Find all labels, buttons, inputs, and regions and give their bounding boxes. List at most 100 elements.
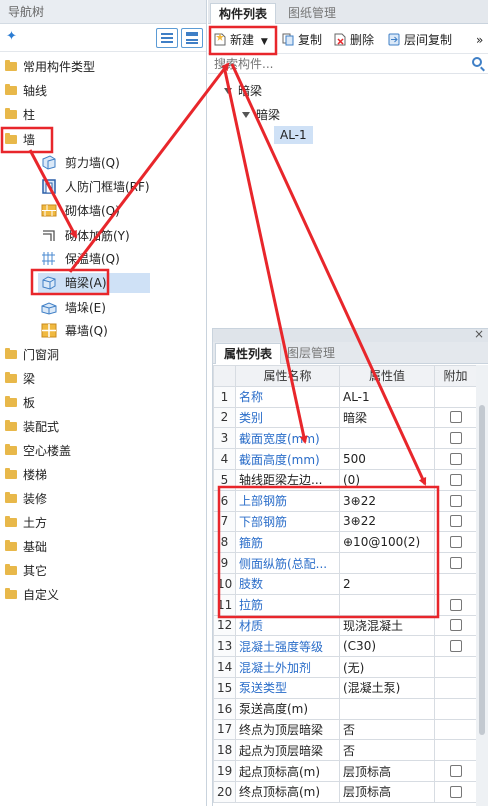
property-value[interactable]: AL-1 xyxy=(339,385,435,408)
copy-button[interactable]: 复制 xyxy=(282,30,322,50)
add-sparkle-icon[interactable]: ✦ xyxy=(6,29,17,44)
more-button[interactable]: » xyxy=(476,30,483,50)
property-value[interactable] xyxy=(339,697,435,720)
close-icon[interactable]: × xyxy=(474,327,484,341)
row-number: 9 xyxy=(213,552,236,574)
floor-copy-button[interactable]: 层间复制 xyxy=(388,30,452,50)
extra-checkbox[interactable] xyxy=(449,765,462,778)
property-value[interactable]: 否 xyxy=(339,718,435,741)
property-name: 肢数 xyxy=(235,572,340,595)
tab-property-list[interactable]: 属性列表 xyxy=(215,343,282,364)
shear-wall-icon xyxy=(42,155,56,170)
row-number: 7 xyxy=(213,510,236,533)
component-tree-root[interactable]: 暗梁 xyxy=(224,82,262,99)
property-row[interactable]: 20 终点顶标高(m) 层顶标高 xyxy=(213,780,477,803)
component-search-input[interactable] xyxy=(208,54,464,73)
property-value[interactable]: 否 xyxy=(339,739,435,762)
tab-layer-management[interactable]: 图层管理 xyxy=(279,343,343,364)
component-tabs: 构件列表 图纸管理 xyxy=(208,0,488,24)
property-value[interactable]: 3⊕22 xyxy=(339,510,435,533)
component-tree-leaf[interactable]: AL-1 xyxy=(274,126,313,144)
row-number: 17 xyxy=(213,718,236,741)
property-value[interactable]: (混凝土泵) xyxy=(339,676,435,699)
panel-grip-bar[interactable]: × xyxy=(213,327,488,342)
nav-title: 导航树 xyxy=(0,0,206,24)
extra-cell xyxy=(434,676,477,699)
extra-checkbox[interactable] xyxy=(449,494,462,507)
property-row[interactable]: 2 类别 暗梁 xyxy=(213,406,477,429)
property-row[interactable]: 6 上部钢筋 3⊕22 xyxy=(213,489,477,512)
row-number: 13 xyxy=(213,635,236,658)
property-row[interactable]: 10 肢数 2 xyxy=(213,572,477,595)
curtain-wall-icon xyxy=(41,323,57,338)
extra-checkbox[interactable] xyxy=(449,515,462,528)
property-scrollbar[interactable] xyxy=(476,365,488,806)
row-number: 14 xyxy=(213,656,236,678)
property-value[interactable]: 500 xyxy=(339,448,435,470)
search-icon[interactable] xyxy=(472,57,482,67)
extra-checkbox[interactable] xyxy=(449,411,462,424)
component-tree-child[interactable]: 暗梁 xyxy=(242,106,280,123)
property-name: 下部钢筋 xyxy=(235,510,340,533)
property-value[interactable]: (0) xyxy=(339,468,435,491)
property-value[interactable]: ⊕10@100(2) xyxy=(339,531,435,554)
property-value[interactable]: 层顶标高 xyxy=(339,780,435,803)
property-row[interactable]: 1 名称 AL-1 xyxy=(213,385,477,408)
property-table: 属性名称 属性值 附加 1 名称 AL-1 2 类别 暗梁 3 截面宽度(mm) 4 截面高度(m… xyxy=(213,365,477,803)
component-search xyxy=(208,54,488,74)
delete-button[interactable]: 删除 xyxy=(334,30,374,50)
grid-view-button[interactable] xyxy=(181,28,203,48)
property-row[interactable]: 11 拉筋 xyxy=(213,593,477,616)
extra-checkbox[interactable] xyxy=(449,785,462,798)
property-value[interactable]: (无) xyxy=(339,656,435,678)
property-row[interactable]: 19 起点顶标高(m) 层顶标高 xyxy=(213,760,477,782)
extra-cell xyxy=(434,656,477,678)
extra-checkbox[interactable] xyxy=(449,598,462,611)
extra-checkbox[interactable] xyxy=(449,453,462,466)
list-view-button[interactable] xyxy=(156,28,178,48)
tab-drawing-management[interactable]: 图纸管理 xyxy=(280,3,344,24)
extra-checkbox[interactable] xyxy=(449,640,462,653)
property-value[interactable]: 暗梁 xyxy=(339,406,435,429)
property-row[interactable]: 8 箍筋 ⊕10@100(2) xyxy=(213,531,477,554)
property-name: 起点为顶层暗梁 xyxy=(235,739,340,762)
property-value[interactable]: 3⊕22 xyxy=(339,489,435,512)
property-row[interactable]: 18 起点为顶层暗梁否 xyxy=(213,739,477,762)
extra-checkbox[interactable] xyxy=(449,473,462,486)
property-value[interactable]: 层顶标高 xyxy=(339,760,435,782)
property-value[interactable]: 2 xyxy=(339,572,435,595)
property-row[interactable]: 4 截面高度(mm) 500 xyxy=(213,448,477,470)
scrollbar-thumb[interactable] xyxy=(479,405,485,735)
extra-checkbox[interactable] xyxy=(449,432,462,445)
property-row[interactable]: 14 混凝土外加剂 (无) xyxy=(213,656,477,678)
row-number: 3 xyxy=(213,427,236,450)
property-row[interactable]: 5 轴线距梁左边... (0) xyxy=(213,468,477,491)
expand-triangle-icon[interactable] xyxy=(242,112,250,118)
property-row[interactable]: 3 截面宽度(mm) xyxy=(213,427,477,450)
property-row[interactable]: 12 材质 现浇混凝土 xyxy=(213,614,477,637)
folder-icon xyxy=(5,516,17,527)
new-button[interactable]: 新建 ▼ xyxy=(214,30,268,50)
property-value[interactable] xyxy=(339,427,435,450)
property-value[interactable]: (C30) xyxy=(339,635,435,658)
property-value[interactable] xyxy=(339,593,435,616)
folder-icon xyxy=(5,348,17,359)
property-row[interactable]: 13 混凝土强度等级 (C30) xyxy=(213,635,477,658)
extra-checkbox[interactable] xyxy=(449,536,462,549)
extra-checkbox[interactable] xyxy=(449,557,462,570)
tab-component-list[interactable]: 构件列表 xyxy=(210,3,277,24)
property-row[interactable]: 15 泵送类型 (混凝土泵) xyxy=(213,676,477,699)
extra-checkbox[interactable] xyxy=(449,619,462,632)
property-value[interactable] xyxy=(339,552,435,574)
folder-open-icon xyxy=(5,133,17,144)
property-row[interactable]: 7 下部钢筋 3⊕22 xyxy=(213,510,477,533)
property-row[interactable]: 9 侧面纵筋(总配... xyxy=(213,552,477,574)
row-number: 2 xyxy=(213,406,236,429)
property-row[interactable]: 16 泵送高度(m) xyxy=(213,697,477,720)
property-row[interactable]: 17 终点为顶层暗梁否 xyxy=(213,718,477,741)
property-value[interactable]: 现浇混凝土 xyxy=(339,614,435,637)
nav-sub-hidden-beam[interactable]: 暗梁(A) xyxy=(38,273,150,293)
expand-triangle-icon[interactable] xyxy=(224,88,232,94)
chevron-down-icon: ▼ xyxy=(260,37,268,47)
row-number: 11 xyxy=(213,593,236,616)
